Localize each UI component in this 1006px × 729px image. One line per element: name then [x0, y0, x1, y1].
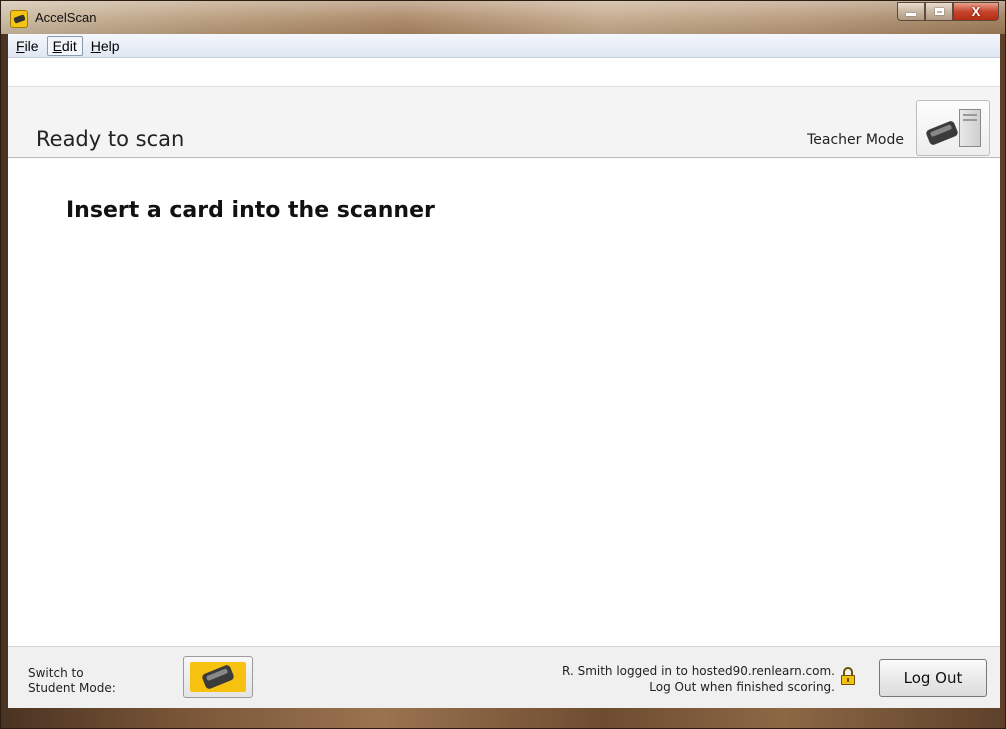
main-content: Insert a card into the scanner: [8, 158, 1000, 646]
minimize-icon: [906, 13, 916, 16]
maximize-icon: [934, 8, 944, 15]
app-scanner-icon[interactable]: [10, 10, 28, 28]
footer-bar: Switch to Student Mode: R. Smith logged …: [8, 646, 1000, 708]
window-bottom-frame: [1, 708, 1005, 728]
status-header: Ready to scan Teacher Mode: [8, 86, 1000, 158]
caption-buttons: X: [897, 2, 999, 21]
lock-icon: [840, 667, 856, 685]
mode-label: Teacher Mode: [807, 132, 904, 148]
maximize-button[interactable]: [925, 2, 953, 21]
logout-reminder-text: Log Out when finished scoring.: [649, 680, 835, 694]
student-mode-icon-bg: [190, 662, 246, 692]
lock-body: [841, 675, 855, 685]
log-out-button[interactable]: Log Out: [879, 659, 987, 697]
minimize-button[interactable]: [897, 2, 925, 21]
status-title: Ready to scan: [36, 127, 185, 151]
switch-mode-label: Switch to Student Mode:: [28, 666, 116, 695]
menu-edit[interactable]: Edit: [46, 35, 83, 56]
computer-icon: [959, 109, 981, 147]
menu-help[interactable]: Help: [85, 36, 126, 56]
instruction-text: Insert a card into the scanner: [66, 198, 435, 223]
scanner-icon: [201, 663, 235, 691]
menu-file[interactable]: File: [10, 36, 45, 56]
title-bar[interactable]: AccelScan X: [1, 1, 1005, 34]
teacher-mode-button[interactable]: [916, 100, 990, 156]
app-window: AccelScan X File Edit Help Ready to scan…: [0, 0, 1006, 729]
student-mode-button[interactable]: [183, 656, 253, 698]
close-button[interactable]: X: [953, 2, 999, 21]
login-status-text: R. Smith logged in to hosted90.renlearn.…: [562, 664, 835, 678]
scanner-icon: [925, 119, 959, 147]
window-title: AccelScan: [35, 10, 97, 25]
close-icon: X: [971, 4, 981, 19]
menu-bar: File Edit Help: [8, 34, 1000, 58]
